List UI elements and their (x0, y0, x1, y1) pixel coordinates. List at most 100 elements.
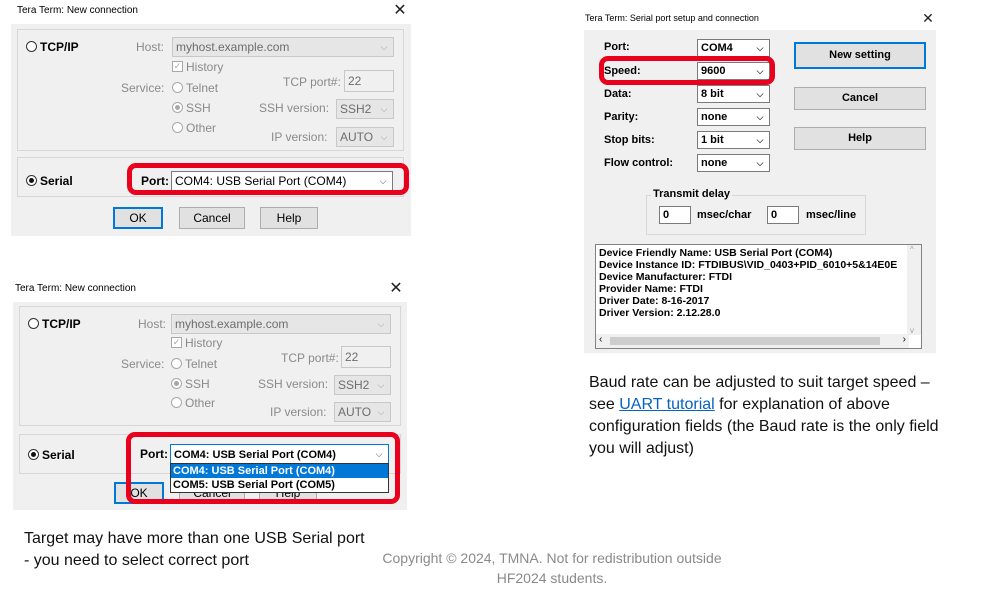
line-delay-input[interactable]: 0 (767, 206, 799, 224)
history-checkbox[interactable]: ✓ (171, 337, 182, 348)
device-info-line: Driver Version: 2.12.28.0 (599, 307, 721, 319)
baud-rate-note: Baud rate can be adjusted to suit target… (589, 372, 939, 460)
flow-control-select[interactable]: none ⌵ (697, 154, 770, 172)
ip-version-select[interactable]: AUTO ⌵ (336, 127, 394, 147)
serial-port-setup-dialog: Tera Term: Serial port setup and connect… (584, 6, 936, 353)
char-delay-value: 0 (663, 209, 670, 221)
dialog-title: Tera Term: New connection (17, 5, 138, 16)
ip-version-value: AUTO (340, 130, 374, 144)
ssh-version-select[interactable]: SSH2 ⌵ (336, 99, 394, 119)
ssh-version-label: SSH version: (258, 377, 329, 391)
tcpip-group: TCP/IP Host: myhost.example.com ⌵ ✓ Hist… (19, 306, 401, 426)
ip-version-label: IP version: (270, 405, 327, 419)
tcpip-label: TCP/IP (42, 317, 81, 331)
tcpip-radio[interactable] (26, 41, 37, 52)
transmit-delay-label: Transmit delay (651, 188, 733, 200)
host-value: myhost.example.com (176, 40, 290, 54)
device-info-line: Device Instance ID: FTDIBUS\VID_0403+PID… (599, 259, 898, 271)
dialog-title: Tera Term: Serial port setup and connect… (585, 13, 759, 23)
dialog-title: Tera Term: New connection (15, 283, 136, 294)
chevron-down-icon: ⌵ (377, 407, 385, 417)
new-connection-dialog-1: Tera Term: New connection ✕ TCP/IP Host:… (11, 0, 411, 236)
host-label: Host: (138, 317, 167, 331)
close-icon[interactable]: ✕ (919, 9, 937, 27)
port-select[interactable]: COM4 ⌵ (697, 39, 770, 57)
speed-highlight (599, 56, 775, 85)
close-icon[interactable]: ✕ (391, 2, 409, 20)
uart-tutorial-link[interactable]: UART tutorial (619, 396, 714, 413)
other-radio[interactable] (172, 122, 183, 133)
cancel-button[interactable]: Cancel (179, 207, 245, 229)
telnet-radio[interactable] (172, 82, 183, 93)
telnet-radio[interactable] (171, 358, 182, 369)
tcp-port-input[interactable]: 22 (344, 70, 394, 92)
other-label: Other (185, 396, 216, 410)
telnet-label: Telnet (185, 357, 218, 371)
stop-bits-select[interactable]: 1 bit ⌵ (697, 131, 770, 149)
flow-control-label: Flow control: (604, 157, 674, 169)
vertical-scrollbar[interactable]: ^ v (907, 245, 921, 335)
host-value: myhost.example.com (175, 317, 289, 331)
tcpip-radio[interactable] (28, 318, 39, 329)
serial-label: Serial (42, 448, 75, 462)
cancel-button[interactable]: Cancel (794, 87, 926, 110)
help-button[interactable]: Help (260, 207, 318, 229)
device-info-line: Driver Date: 8-16-2017 (599, 295, 710, 307)
ssh-version-value: SSH2 (338, 378, 370, 392)
copyright-line-1: Copyright © 2024, TMNA. Not for redistri… (382, 550, 722, 566)
host-combobox[interactable]: myhost.example.com ⌵ (172, 37, 394, 57)
parity-select[interactable]: none ⌵ (697, 108, 770, 126)
stop-bits-value: 1 bit (701, 134, 724, 146)
port-highlight (127, 163, 409, 195)
serial-radio[interactable] (26, 175, 37, 186)
dialog-titlebar: Tera Term: Serial port setup and connect… (584, 6, 936, 30)
char-delay-input[interactable]: 0 (659, 206, 691, 224)
tcp-port-input[interactable]: 22 (341, 346, 391, 368)
serial-radio[interactable] (28, 449, 39, 460)
new-setting-button[interactable]: New setting (794, 42, 926, 69)
data-value: 8 bit (701, 88, 724, 100)
history-label: History (185, 336, 223, 350)
ssh-radio[interactable] (172, 102, 183, 113)
target-note-line-1: Target may have more than one USB Serial… (24, 530, 365, 547)
ssh-label: SSH (186, 101, 211, 115)
device-info-line: Device Friendly Name: USB Serial Port (C… (599, 247, 833, 259)
flow-control-value: none (701, 157, 728, 169)
ok-button[interactable]: OK (113, 207, 163, 229)
history-checkbox[interactable]: ✓ (172, 61, 183, 72)
dialog-titlebar: Tera Term: New connection ✕ (11, 0, 411, 24)
tcpip-group: TCP/IP Host: myhost.example.com ⌵ ✓ Hist… (17, 29, 404, 151)
tcp-port-value: 22 (345, 350, 359, 364)
host-combobox[interactable]: myhost.example.com ⌵ (171, 314, 391, 334)
chevron-down-icon: ⌵ (380, 132, 388, 142)
tcp-port-label: TCP port#: (281, 351, 339, 365)
chevron-down-icon: ⌵ (380, 104, 388, 114)
other-label: Other (186, 121, 217, 135)
ssh-version-value: SSH2 (340, 102, 372, 116)
chevron-down-icon: ⌵ (380, 42, 388, 52)
scroll-thumb[interactable] (610, 337, 880, 345)
device-info-box[interactable]: Device Friendly Name: USB Serial Port (C… (595, 244, 922, 349)
ssh-radio[interactable] (171, 378, 182, 389)
close-icon[interactable]: ✕ (387, 280, 405, 298)
char-delay-unit: msec/char (697, 209, 752, 221)
host-label: Host: (136, 40, 165, 54)
port-highlight (126, 432, 400, 504)
service-label: Service: (121, 357, 165, 371)
chevron-down-icon: ⌵ (756, 135, 764, 145)
ip-version-select[interactable]: AUTO ⌵ (334, 402, 391, 422)
line-delay-unit: msec/line (806, 209, 857, 221)
copyright-line-2: HF2024 students. (496, 570, 608, 586)
chevron-down-icon: ⌵ (756, 89, 764, 99)
chevron-down-icon: ⌵ (377, 380, 385, 390)
tcp-port-value: 22 (348, 74, 362, 88)
horizontal-scrollbar[interactable]: ‹ › (596, 334, 909, 348)
ssh-version-select[interactable]: SSH2 ⌵ (334, 375, 391, 395)
scroll-down-icon: v (910, 326, 914, 335)
scroll-right-icon: › (902, 334, 906, 345)
copyright-footer: Copyright © 2024, TMNA. Not for redistri… (360, 548, 744, 588)
data-select[interactable]: 8 bit ⌵ (697, 85, 770, 103)
chevron-down-icon: ⌵ (756, 43, 764, 53)
other-radio[interactable] (171, 397, 182, 408)
help-button[interactable]: Help (794, 127, 926, 150)
